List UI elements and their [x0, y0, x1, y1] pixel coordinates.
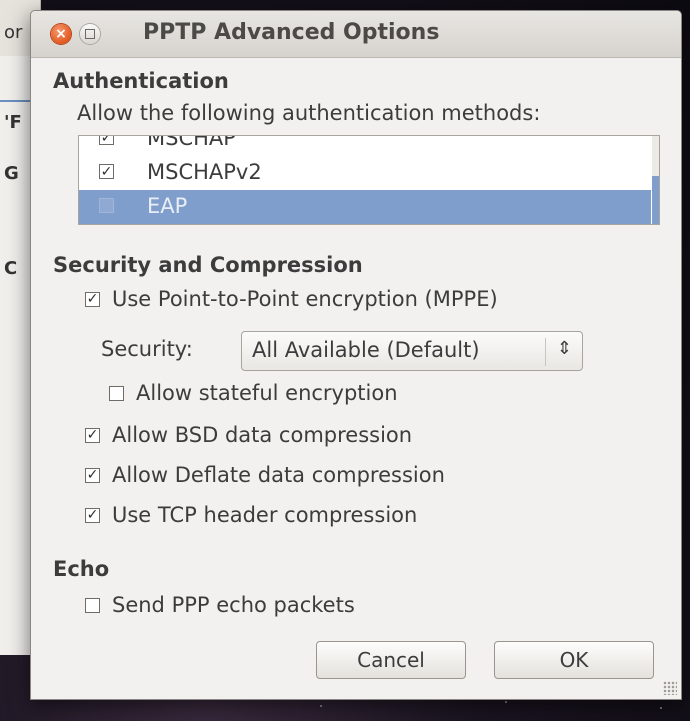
- checkmark-icon: ✓: [100, 163, 113, 180]
- echo-heading: Echo: [53, 557, 110, 581]
- close-icon[interactable]: ×: [51, 24, 71, 44]
- checkbox-mschap[interactable]: ✓: [99, 135, 114, 146]
- checkmark-icon: ✓: [100, 135, 113, 146]
- cancel-button[interactable]: Cancel: [316, 641, 466, 679]
- ok-button[interactable]: OK: [494, 641, 654, 679]
- maximize-icon[interactable]: [80, 24, 100, 44]
- deflate-compression-label: Allow Deflate data compression: [112, 463, 445, 487]
- window-title: PPTP Advanced Options: [143, 20, 440, 45]
- resize-grip[interactable]: [663, 681, 677, 695]
- authentication-prompt: Allow the following authentication metho…: [77, 101, 541, 125]
- list-item-mschap[interactable]: ✓ MSCHAP: [79, 135, 651, 156]
- use-mppe-checkbox[interactable]: ✓: [85, 291, 100, 307]
- background-text: 'F: [4, 112, 22, 133]
- send-echo-checkbox[interactable]: [85, 597, 100, 613]
- authentication-heading: Authentication: [53, 69, 229, 93]
- checkmark-icon: ✓: [86, 507, 99, 523]
- checkmark-icon: ✓: [86, 291, 99, 307]
- security-compression-heading: Security and Compression: [53, 253, 363, 277]
- use-mppe-checkbox-row[interactable]: ✓ Use Point-to-Point encryption (MPPE): [85, 285, 498, 313]
- bsd-compression-label: Allow BSD data compression: [112, 423, 413, 447]
- title-bar[interactable]: × PPTP Advanced Options: [31, 11, 681, 58]
- security-select-value: All Available (Default): [252, 338, 480, 362]
- send-echo-label: Send PPP echo packets: [112, 593, 355, 617]
- list-scrollbar[interactable]: [652, 136, 659, 224]
- list-item-label: MSCHAPv2: [147, 160, 262, 184]
- checkbox-eap[interactable]: [99, 198, 114, 213]
- authentication-methods-list[interactable]: ✓ MSCHAP ✓ MSCHAPv2 EAP: [78, 135, 660, 225]
- deflate-compression-checkbox-row[interactable]: ✓ Allow Deflate data compression: [85, 461, 445, 489]
- use-mppe-label: Use Point-to-Point encryption (MPPE): [112, 287, 498, 311]
- tcp-header-compression-label: Use TCP header compression: [112, 503, 418, 527]
- background-text: G: [4, 163, 19, 184]
- list-item-eap[interactable]: EAP: [79, 190, 651, 224]
- deflate-compression-checkbox[interactable]: ✓: [85, 467, 100, 483]
- updown-chevron-icon: ⇕: [556, 338, 572, 359]
- tcp-header-compression-checkbox[interactable]: ✓: [85, 507, 100, 523]
- checkbox-mschapv2[interactable]: ✓: [99, 164, 114, 179]
- background-text: C: [4, 258, 18, 279]
- stateful-encryption-checkbox[interactable]: [109, 385, 124, 401]
- security-label: Security:: [101, 337, 193, 361]
- scrollbar-thumb[interactable]: [652, 176, 659, 224]
- tcp-header-compression-checkbox-row[interactable]: ✓ Use TCP header compression: [85, 501, 417, 529]
- stateful-encryption-label: Allow stateful encryption: [136, 381, 398, 405]
- stateful-encryption-checkbox-row[interactable]: Allow stateful encryption: [109, 379, 398, 407]
- background-text: or: [4, 22, 23, 43]
- list-item-label: MSCHAP: [147, 135, 236, 150]
- combo-separator: [545, 338, 546, 366]
- security-select[interactable]: All Available (Default) ⇕: [241, 331, 583, 371]
- bsd-compression-checkbox[interactable]: ✓: [85, 427, 100, 443]
- checkmark-icon: ✓: [86, 467, 99, 483]
- list-item-label: EAP: [147, 194, 188, 218]
- bsd-compression-checkbox-row[interactable]: ✓ Allow BSD data compression: [85, 421, 412, 449]
- checkmark-icon: ✓: [86, 427, 99, 443]
- list-item-mschapv2[interactable]: ✓ MSCHAPv2: [79, 156, 651, 190]
- pptp-advanced-options-dialog: × PPTP Advanced Options Authentication A…: [30, 10, 682, 700]
- send-echo-checkbox-row[interactable]: Send PPP echo packets: [85, 591, 355, 619]
